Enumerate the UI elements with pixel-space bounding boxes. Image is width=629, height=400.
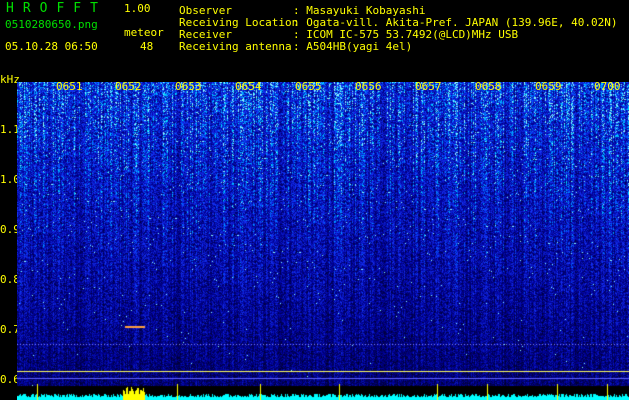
file-name: 0510280650.png	[5, 18, 98, 31]
app-version: 1.00	[124, 2, 151, 15]
time-tick-label: 0659	[535, 80, 562, 93]
time-tick-label: 0654	[235, 80, 262, 93]
time-tick-label: 0656	[355, 80, 382, 93]
app-logo: HROFFT	[6, 1, 107, 16]
time-tick-label: 0657	[415, 80, 442, 93]
meteor-label: meteor	[124, 26, 164, 39]
meteor-count: 48	[140, 40, 154, 53]
time-tick-label: 0651	[56, 80, 83, 93]
time-tick-label: 0652	[115, 80, 142, 93]
info-antenna-key: Receiving antenna	[179, 40, 292, 53]
time-tick-label: 0700	[594, 80, 621, 93]
time-tick-label: 0658	[475, 80, 502, 93]
spectrogram-canvas[interactable]	[17, 82, 629, 400]
time-tick-label: 0655	[295, 80, 322, 93]
time-tick-label: 0653	[175, 80, 202, 93]
info-antenna-value: : A504HB(yagi 4el)	[293, 40, 413, 53]
file-datetime: 05.10.28 06:50	[5, 40, 98, 53]
